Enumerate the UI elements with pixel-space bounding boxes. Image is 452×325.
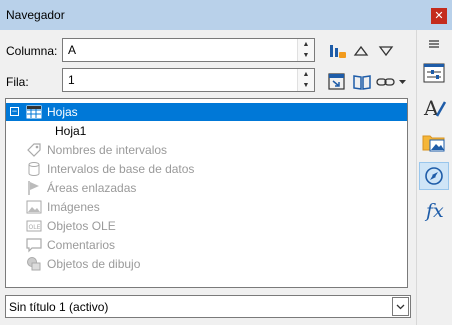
sidebar-properties-button[interactable] <box>419 60 449 88</box>
window-title: Navegador <box>6 8 65 22</box>
tree-item-label: Hoja1 <box>55 124 87 138</box>
tree-item-label: Comentarios <box>47 238 116 252</box>
gallery-icon <box>422 135 445 152</box>
sidebar-styles-button[interactable]: A <box>419 94 449 122</box>
book-icon[interactable] <box>352 73 372 91</box>
row-spinner[interactable]: ▲ ▼ <box>297 69 314 91</box>
comment-icon <box>26 238 42 253</box>
tree-item-hoja1[interactable]: Hoja1 <box>6 122 407 140</box>
arrow-down-icon[interactable] <box>377 42 395 60</box>
sidebar-menu-button[interactable] <box>419 32 449 60</box>
arrow-up-icon[interactable] <box>352 42 370 60</box>
spin-up-icon[interactable]: ▲ <box>298 39 314 50</box>
spin-down-icon[interactable]: ▼ <box>298 50 314 61</box>
sidebar-gallery-button[interactable] <box>419 128 449 156</box>
svg-text:OLE: OLE <box>29 224 41 231</box>
document-select-value: Sin título 1 (activo) <box>9 300 109 314</box>
tree-item-linked-areas[interactable]: Áreas enlazadas <box>6 179 407 197</box>
sidebar-functions-button[interactable]: fx <box>419 198 449 226</box>
navigator-tree[interactable]: − Hojas Hoja1 Nombres de intervalos Inte… <box>5 98 408 288</box>
tree-item-comments[interactable]: Comentarios <box>6 236 407 254</box>
tree-item-label: Intervalos de base de datos <box>47 162 195 176</box>
drag-mode-icon[interactable] <box>327 72 347 92</box>
tree-item-label: Objetos de dibujo <box>47 257 141 271</box>
functions-icon: fx <box>426 200 444 222</box>
title-bar: Navegador ✕ <box>0 0 452 30</box>
spreadsheet-icon <box>26 105 42 119</box>
document-select[interactable]: Sin título 1 (activo) <box>5 295 411 318</box>
column-value: A <box>68 43 77 57</box>
sidebar-navigator-button[interactable] <box>419 162 449 190</box>
close-icon[interactable]: ✕ <box>431 8 447 24</box>
tree-item-drawing-objects[interactable]: Objetos de dibujo <box>6 255 407 273</box>
link-icon[interactable] <box>375 73 397 91</box>
column-spinner[interactable]: ▲ ▼ <box>297 39 314 61</box>
database-icon <box>28 162 40 176</box>
collapse-icon[interactable]: − <box>10 107 19 116</box>
chevron-down-icon[interactable] <box>392 297 409 316</box>
menu-icon <box>429 40 439 48</box>
svg-text:A: A <box>423 96 439 120</box>
dropdown-arrow-icon[interactable] <box>398 78 408 86</box>
tree-item-images[interactable]: Imágenes <box>6 198 407 216</box>
tree-item-database-ranges[interactable]: Intervalos de base de datos <box>6 160 407 178</box>
drawing-icon <box>27 257 41 271</box>
ole-icon: OLE <box>26 220 42 232</box>
tree-item-label: Imágenes <box>47 200 100 214</box>
spin-up-icon[interactable]: ▲ <box>298 69 314 80</box>
tag-icon <box>27 143 41 157</box>
column-label: Columna: <box>6 44 58 58</box>
row-value: 1 <box>68 73 75 87</box>
image-icon <box>26 200 42 214</box>
tree-item-range-names[interactable]: Nombres de intervalos <box>6 141 407 159</box>
tree-item-label: Hojas <box>47 105 78 119</box>
tree-item-hojas[interactable]: − Hojas <box>6 103 407 121</box>
tree-item-label: Nombres de intervalos <box>47 143 168 157</box>
tree-item-label: Áreas enlazadas <box>47 181 137 195</box>
row-field[interactable]: 1 ▲ ▼ <box>62 68 315 92</box>
flag-icon <box>28 181 39 195</box>
tree-item-ole-objects[interactable]: OLE Objetos OLE <box>6 217 407 235</box>
column-field[interactable]: A ▲ ▼ <box>62 38 315 62</box>
styles-icon: A <box>423 96 447 120</box>
toggle-icon[interactable] <box>327 41 347 61</box>
tree-item-label: Objetos OLE <box>47 219 116 233</box>
properties-icon <box>423 63 445 83</box>
navigator-icon <box>425 167 443 185</box>
sidebar-divider <box>416 30 417 325</box>
row-label: Fila: <box>6 75 29 89</box>
spin-down-icon[interactable]: ▼ <box>298 80 314 91</box>
